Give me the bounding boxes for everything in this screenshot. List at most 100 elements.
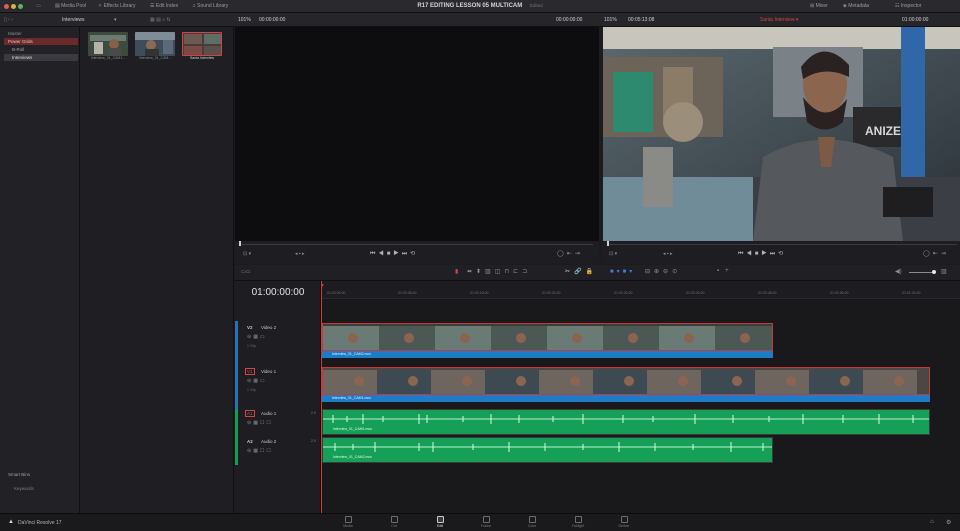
fusion-page-icon [482,516,490,523]
source-scrubber[interactable] [241,244,593,245]
track-controls-icons[interactable]: ⊖▦☐☐ [247,420,273,426]
audio-waveform [323,414,929,424]
panel-toggle-icon[interactable]: ▯ ‹ › [4,17,13,23]
smart-bin-keywords[interactable]: Keywords [4,485,78,492]
bin-interviews[interactable]: Interviews [4,54,78,61]
timeline-ruler[interactable]: 01:00:00:00 01:00:08:00 01:00:16:00 01:0… [321,281,960,299]
source-viewer[interactable] [235,27,599,241]
deliver-page-icon [620,516,628,523]
track-header-a1[interactable]: A1 Audio 1 2.0 ⊖▦☐☐ [235,409,321,437]
project-status: Edited [529,3,543,8]
audio-clip-a1[interactable]: Interview_01_CAM1.mov [322,409,930,435]
smart-bins-header[interactable]: Smart Bins [4,471,78,478]
timeline-toolbar: ▭▭ ▮ ⬌⬍▥◫⊓⊏⊐ ✂🔗🔒 ■▾■▾ ⊟⊕⊖⊙ ▪+ ◀) ▥ [235,265,960,281]
filmstrip-image [323,324,772,350]
track-header-v2[interactable]: V2 Video 2 ⊖▦▭ 1 Clip [235,323,321,363]
page-tab-deliver[interactable]: Deliver [607,516,641,528]
media-clip[interactable]: Interview_01_CAM... [135,32,178,60]
snapping-link-tools[interactable]: ✂🔗🔒 [565,268,597,275]
source-mode-icon[interactable]: ⊡ ▾ [243,251,251,257]
selection-tool-icon[interactable]: ▮ [455,268,458,275]
edit-tools[interactable]: ⬌⬍▥◫⊓⊏⊐ [467,268,531,275]
home-icon[interactable]: ⌂ [930,519,934,525]
track-id[interactable]: A1 [245,410,255,417]
program-mode-icon[interactable]: ⊡ ▾ [609,251,617,257]
audio-meter-icon[interactable]: ▥ [941,268,947,275]
page-tab-cut[interactable]: Cut [377,516,411,528]
timeline-selector[interactable]: Santa Interview ▾ [760,17,798,23]
source-jog-icon[interactable]: ◂ ▪ ▸ [295,251,305,257]
media-clip[interactable]: Interview_01_CAM1... [88,32,131,60]
inspector-label: Inspector [900,3,922,9]
ruler-tick: 01:00:56:00 [830,291,849,295]
track-name[interactable]: Audio 2 [261,439,276,444]
track-name[interactable]: Video 1 [261,369,276,374]
volume-icon[interactable]: ◀) [895,268,902,275]
program-in-timecode: 00:00:00:00 [556,17,583,23]
track-id[interactable]: V1 [245,368,255,375]
track-name[interactable]: Video 2 [261,325,276,330]
volume-slider-handle[interactable] [932,270,936,274]
track-name[interactable]: Audio 1 [261,411,276,416]
page-tab-fairlight[interactable]: Fairlight [561,516,595,528]
playhead-marker[interactable] [321,284,324,289]
track-header-v1[interactable]: V1 Video 1 ⊖▦▭ 1 Clip [235,367,321,407]
track-controls-icons[interactable]: ⊖▦▭ [247,334,267,340]
track-color-audio [235,409,238,465]
timeline-area[interactable]: 01:00:00:00 01:00:08:00 01:00:16:00 01:0… [321,281,960,513]
bin-b-roll[interactable]: B-Roll [4,46,78,53]
clip-thumbnail-image [88,32,128,56]
page-tab-color[interactable]: Color [515,516,549,528]
view-options-icon[interactable]: ▦ ▤ ⌕ ⇅ [150,17,171,23]
source-transport-buttons[interactable]: ⏮◀■▶⏭⟲ [370,250,418,258]
source-playhead[interactable] [239,241,241,246]
inspector-button[interactable]: ☷ Inspector [895,3,921,9]
page-tab-edit[interactable]: Edit [423,516,457,528]
program-viewer[interactable]: ANIZE [603,27,960,241]
bin-power-grids[interactable]: Power Grids [4,38,78,45]
track-level: 2.0 [311,411,316,415]
media-clip-selected[interactable]: Santa Interview [182,32,225,60]
program-transport-buttons[interactable]: ⏮◀■▶⏭⟲ [738,250,786,258]
page-tab-media[interactable]: Media [331,516,365,528]
track-controls-icons[interactable]: ⊖▦☐☐ [247,448,273,454]
chevron-down-icon[interactable]: ▾ [114,17,117,23]
timeline-view-icon[interactable]: ▭▭ [241,269,250,275]
program-playhead[interactable] [607,241,609,246]
program-scrubber[interactable] [607,244,957,245]
track-controls-icons[interactable]: ⊖▦▭ [247,378,267,384]
clip-label: Interview_01_CAM1.mov [333,427,373,431]
track-id: A2 [247,439,253,444]
track-color-v1 [235,365,238,409]
zoom-tools[interactable]: ⊟⊕⊖⊙ [645,268,681,275]
settings-gear-icon[interactable]: ⚙ [946,519,951,526]
track-header-a2[interactable]: A2 Audio 2 2.0 ⊖▦☐☐ [235,437,321,465]
video-clip-v1[interactable]: Interview_01_CAM1.mov [322,367,930,402]
ruler-tick: 01:00:40:00 [686,291,705,295]
page-tab-fusion[interactable]: Fusion [469,516,503,528]
clip-label: Interview_01_CAM2.mov [333,455,373,459]
flag-marker-tools[interactable]: ■▾■▾ [610,268,635,275]
media-pool-panel: Interview_01_CAM1... Interview_01_CAM...… [80,27,234,513]
timeline-playhead[interactable] [321,281,322,513]
track-clip-count: 1 Clip [247,388,256,392]
program-zoom[interactable]: 101% [604,17,617,23]
metadata-label: Metadata [848,3,870,9]
page-tab-label: Edit [436,524,444,528]
metadata-button[interactable]: ◈ Metadata [843,3,869,9]
track-color-v2 [235,321,238,365]
page-tab-label: Color [527,524,537,528]
zoom-slider-icons[interactable]: ▪+ [717,268,735,274]
mixer-button[interactable]: ⊞ Mixer [810,3,828,9]
ruler-tick: 01:00:08:00 [398,291,417,295]
program-jog-icon[interactable]: ◂ ▪ ▸ [663,251,673,257]
page-tab-label: Cut [391,524,397,528]
clip-filmstrip [322,323,773,351]
source-in-out-buttons[interactable]: ◯⇤⇥ [557,250,583,257]
program-in-out-buttons[interactable]: ◯⇤⇥ [923,250,949,257]
video-clip-v2[interactable]: Interview_01_CAM2.mov [322,323,773,358]
source-zoom[interactable]: 101% [238,17,251,23]
source-timecode: 00:00:00:00 [259,17,286,23]
audio-clip-a2[interactable]: Interview_01_CAM2.mov [322,437,773,463]
bin-master[interactable]: Master [4,30,78,37]
